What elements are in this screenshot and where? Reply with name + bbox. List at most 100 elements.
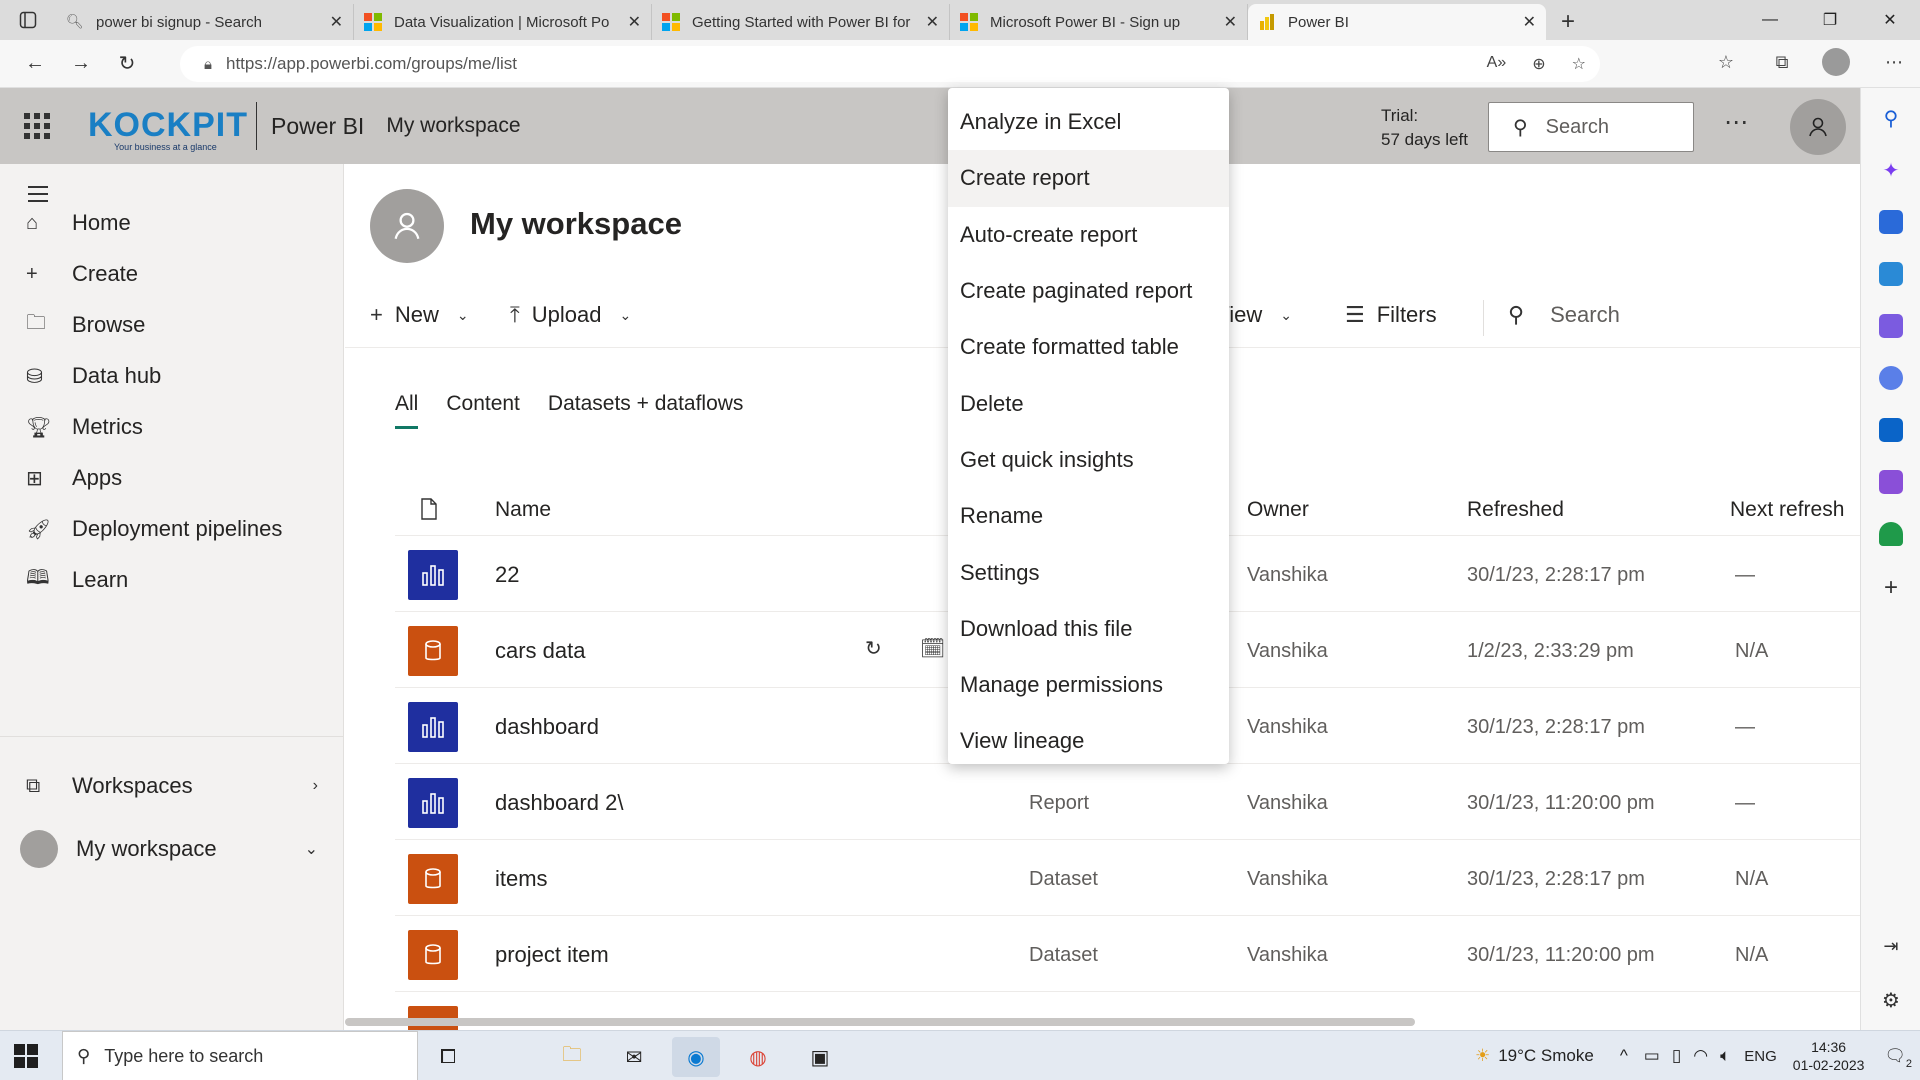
photos-icon[interactable]: ▣ <box>796 1037 844 1077</box>
nav-item-deployment-pipelines[interactable]: 🚀︎ Deployment pipelines <box>0 504 344 554</box>
browser-tab-3[interactable]: Getting Started with Power BI for ✕ <box>652 4 950 40</box>
games-icon[interactable] <box>1879 314 1903 338</box>
menu-item-download-file[interactable]: Download this file <box>948 601 1229 657</box>
tab-actions-button[interactable] <box>0 0 56 40</box>
add-favorite-icon[interactable]: ☆ <box>1572 54 1586 74</box>
designer-icon[interactable] <box>1879 470 1903 494</box>
wifi-icon[interactable]: ◠ <box>1693 1046 1708 1066</box>
menu-item-manage-permissions[interactable]: Manage permissions <box>948 657 1229 713</box>
shopping-icon[interactable] <box>1879 210 1903 234</box>
collections-icon[interactable]: ⧉ <box>1766 52 1798 73</box>
office-icon[interactable] <box>1879 366 1903 390</box>
menu-item-auto-create-report[interactable]: Auto-create report <box>948 207 1229 263</box>
upload-button[interactable]: ⤒ Upload ⌄ <box>510 302 631 328</box>
tab-all[interactable]: All <box>395 392 419 429</box>
refresh-now-icon[interactable]: ↻ <box>865 636 882 661</box>
column-header-next-refresh[interactable]: Next refresh <box>1730 498 1844 522</box>
taskbar-search-box[interactable]: ⚲ Type here to search <box>62 1031 418 1080</box>
notification-icon[interactable]: 🗨︎ 2 <box>1884 1046 1912 1070</box>
nav-item-apps[interactable]: ⊞ Apps <box>0 453 344 503</box>
schedule-refresh-icon[interactable]: 🗓︎ <box>920 636 945 661</box>
item-name[interactable]: cars data <box>495 638 586 664</box>
nav-item-workspaces[interactable]: ⧉ Workspaces › <box>0 761 344 811</box>
trial-status[interactable]: Trial: 57 days left <box>1381 104 1468 152</box>
back-arrow-icon[interactable]: ← <box>12 44 58 84</box>
profile-icon[interactable] <box>1822 48 1854 76</box>
hide-sidebar-icon[interactable]: ⇥ <box>1879 936 1903 960</box>
close-window-icon[interactable]: ✕ <box>1860 0 1920 40</box>
mail-icon[interactable]: ✉ <box>610 1037 658 1077</box>
new-tab-button[interactable]: + <box>1546 4 1590 40</box>
more-options-icon[interactable]: ⋯ <box>1878 52 1910 73</box>
menu-item-create-paginated-report[interactable]: Create paginated report <box>948 263 1229 319</box>
favorites-icon[interactable]: ☆ <box>1710 52 1742 73</box>
item-name[interactable]: dashboard 2\ <box>495 790 623 816</box>
nav-item-metrics[interactable]: 🏆︎ Metrics <box>0 402 344 452</box>
close-tab-icon[interactable]: ✕ <box>1523 12 1536 32</box>
table-row[interactable]: items Dataset Vanshika 30/1/23, 2:28:17 … <box>395 840 1860 916</box>
windows-start-icon[interactable] <box>14 1044 38 1068</box>
item-name[interactable]: items <box>495 866 548 892</box>
read-aloud-icon[interactable]: A» <box>1487 54 1507 74</box>
menu-item-rename[interactable]: Rename <box>948 488 1229 544</box>
new-button[interactable]: + New ⌄ <box>370 302 469 328</box>
language-indicator[interactable]: ENG <box>1744 1048 1777 1065</box>
edge-icon[interactable]: ◉ <box>672 1037 720 1077</box>
refresh-icon[interactable]: ↻ <box>104 44 150 84</box>
clock[interactable]: 14:36 01-02-2023 <box>1793 1038 1865 1074</box>
restore-icon[interactable]: ❐ <box>1800 0 1860 40</box>
gear-icon[interactable]: ⚙ <box>1879 988 1903 1012</box>
minimize-icon[interactable]: — <box>1740 0 1800 40</box>
weather-text[interactable]: 19°C Smoke <box>1498 1046 1594 1066</box>
add-sidebar-app-icon[interactable]: + <box>1879 574 1903 601</box>
menu-item-create-report[interactable]: Create report <box>948 150 1229 207</box>
browser-tab-2[interactable]: Data Visualization | Microsoft Po ✕ <box>354 4 652 40</box>
menu-item-delete[interactable]: Delete <box>948 375 1229 431</box>
meet-icon[interactable]: ▭ <box>1644 1046 1660 1066</box>
table-row[interactable]: project item Dataset Vanshika 30/1/23, 1… <box>395 916 1860 992</box>
chevron-up-icon[interactable]: ^ <box>1620 1046 1628 1066</box>
volume-icon[interactable]: 🔈︎ <box>1720 1046 1730 1066</box>
tree-icon[interactable] <box>1879 522 1903 546</box>
filters-button[interactable]: ☰ Filters <box>1345 302 1437 328</box>
app-name[interactable]: Power BI <box>271 113 364 140</box>
menu-item-create-formatted-table[interactable]: Create formatted table <box>948 319 1229 375</box>
search-icon[interactable]: ⚲ <box>1879 106 1903 130</box>
item-name[interactable]: 22 <box>495 562 519 588</box>
account-avatar[interactable] <box>1790 99 1846 155</box>
nav-item-learn[interactable]: 🕮 Learn <box>0 555 344 605</box>
item-name[interactable]: dashboard <box>495 714 599 740</box>
item-name[interactable]: project item <box>495 942 609 968</box>
address-bar[interactable]: 🔒︎ https://app.powerbi.com/groups/me/lis… <box>180 46 1600 82</box>
app-launcher-button[interactable] <box>0 88 74 164</box>
battery-icon[interactable]: ▯ <box>1672 1046 1681 1066</box>
horizontal-scrollbar[interactable] <box>345 1018 1415 1026</box>
zoom-icon[interactable]: ⊕ <box>1532 54 1545 74</box>
outlook-icon[interactable] <box>1879 418 1903 442</box>
close-tab-icon[interactable]: ✕ <box>926 12 939 32</box>
close-tab-icon[interactable]: ✕ <box>1224 12 1237 32</box>
breadcrumb-workspace[interactable]: My workspace <box>386 114 520 138</box>
column-header-owner[interactable]: Owner <box>1247 498 1309 522</box>
nav-item-create[interactable]: + Create <box>0 249 344 299</box>
menu-item-get-quick-insights[interactable]: Get quick insights <box>948 432 1229 488</box>
column-header-name[interactable]: Name <box>495 498 551 522</box>
file-explorer-icon[interactable]: 🗀︎ <box>548 1037 596 1077</box>
browser-tab-4[interactable]: Microsoft Power BI - Sign up ✕ <box>950 4 1248 40</box>
close-tab-icon[interactable]: ✕ <box>628 12 641 32</box>
header-search-box[interactable]: ⚲ Search <box>1488 102 1694 152</box>
list-search-box[interactable]: ⚲ Search <box>1508 302 1620 328</box>
table-row[interactable]: dashboard 2\ Report Vanshika 30/1/23, 11… <box>395 764 1860 840</box>
browser-tab-5[interactable]: Power BI ✕ <box>1248 4 1546 40</box>
tools-icon[interactable] <box>1879 262 1903 286</box>
column-header-refreshed[interactable]: Refreshed <box>1467 498 1564 522</box>
more-options-icon[interactable]: ⋯ <box>1724 108 1748 137</box>
tab-content[interactable]: Content <box>446 392 520 429</box>
kockpit-logo[interactable]: KOCKPIT Your business at a glance <box>74 96 247 156</box>
nav-item-data-hub[interactable]: ⛁ Data hub <box>0 351 344 401</box>
menu-item-settings[interactable]: Settings <box>948 544 1229 600</box>
chrome-icon[interactable]: ◍ <box>734 1037 782 1077</box>
forward-arrow-icon[interactable]: → <box>58 44 104 84</box>
menu-item-analyze-in-excel[interactable]: Analyze in Excel <box>948 94 1229 150</box>
task-view-icon[interactable]: ⧠ <box>424 1037 472 1077</box>
